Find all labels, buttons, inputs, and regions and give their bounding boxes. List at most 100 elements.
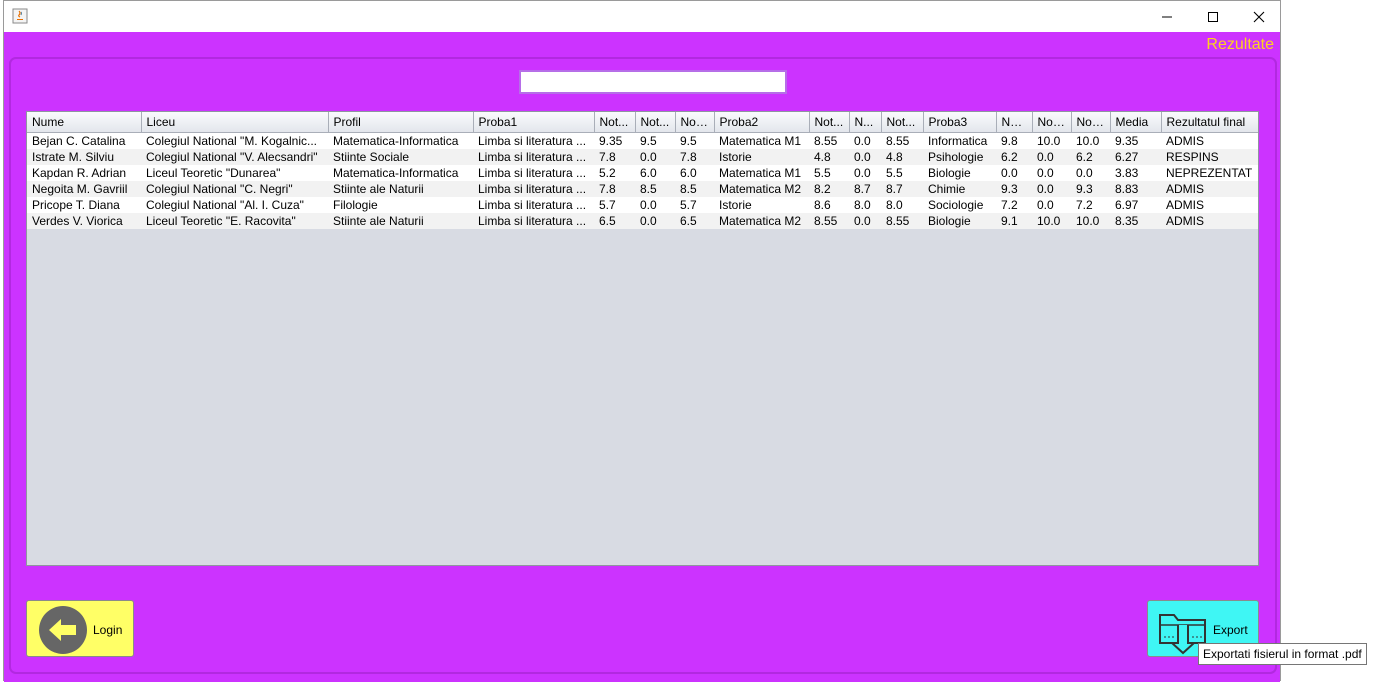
- table-cell: 0.0: [640, 198, 657, 212]
- results-panel: Rezultate Nume Liceu Profil Proba1 Not... Not…: [4, 32, 1280, 682]
- table-cell: Limba si literatura ...: [478, 166, 587, 180]
- table-row[interactable]: Kapdan R. Adrian Liceul Teoretic "Dunarea…: [27, 165, 1258, 181]
- search-input[interactable]: [519, 70, 787, 94]
- table-cell: 9.5: [680, 134, 697, 148]
- table-row[interactable]: Istrate M. Silviu Colegiul National "V. A…: [27, 149, 1258, 165]
- table-cell: 5.7: [680, 198, 697, 212]
- table-cell: 0.0: [1037, 198, 1054, 212]
- table-cell: 0.0: [854, 150, 871, 164]
- table-cell: 8.7: [854, 182, 871, 196]
- table-cell: 4.8: [886, 150, 903, 164]
- table-cell: Sociologie: [928, 198, 984, 212]
- column-header[interactable]: Not...: [675, 112, 715, 133]
- title-bar: [4, 1, 1280, 32]
- column-header[interactable]: Nume: [27, 112, 142, 133]
- table-cell: 0.0: [1076, 166, 1093, 180]
- column-header[interactable]: Not...: [1071, 112, 1111, 133]
- table-cell: 3.83: [1115, 166, 1139, 180]
- column-header[interactable]: Media: [1110, 112, 1162, 133]
- results-table[interactable]: Nume Liceu Profil Proba1 Not... Not... Not... P…: [26, 111, 1259, 566]
- table-cell: Chimie: [928, 182, 966, 196]
- column-header[interactable]: Profil: [328, 112, 474, 133]
- table-cell: Limba si literatura ...: [478, 214, 587, 228]
- table-cell: 8.7: [886, 182, 903, 196]
- table-cell: Biologie: [928, 166, 971, 180]
- table-cell: Colegiul National "V. Alecsandri": [146, 150, 318, 164]
- table-cell: Kapdan R. Adrian: [32, 166, 127, 180]
- table-cell: 8.83: [1115, 182, 1139, 196]
- close-icon: [1253, 11, 1265, 22]
- table-cell: Matematica M1: [719, 134, 802, 148]
- column-header[interactable]: Liceu: [141, 112, 329, 133]
- page-title: Rezultate: [1206, 36, 1274, 53]
- login-button[interactable]: Login: [26, 600, 134, 657]
- table-cell: Colegiul National "C. Negri": [146, 182, 293, 196]
- table-cell: 5.5: [886, 166, 903, 180]
- column-header[interactable]: Not...: [881, 112, 924, 133]
- table-cell: 8.5: [680, 182, 697, 196]
- table-cell: 5.5: [814, 166, 831, 180]
- column-header[interactable]: Proba1: [473, 112, 595, 133]
- table-cell: Biologie: [928, 214, 971, 228]
- table-cell: 0.0: [640, 214, 657, 228]
- app-window: Rezultate Nume Liceu Profil Proba1 Not... Not…: [3, 0, 1281, 682]
- table-cell: Matematica-Informatica: [333, 166, 459, 180]
- table-cell: 8.0: [854, 198, 871, 212]
- table-cell: Matematica M2: [719, 214, 802, 228]
- table-cell: ADMIS: [1166, 182, 1205, 196]
- column-header[interactable]: Proba2: [714, 112, 810, 133]
- table-cell: Matematica-Informatica: [333, 134, 459, 148]
- table-cell: Istorie: [719, 150, 752, 164]
- login-label: Login: [93, 623, 123, 637]
- table-cell: 8.6: [814, 198, 831, 212]
- column-header[interactable]: Proba3: [923, 112, 997, 133]
- table-cell: ADMIS: [1166, 198, 1205, 212]
- table-cell: 8.5: [640, 182, 657, 196]
- table-row[interactable]: Pricope T. Diana Colegiul National "Al. I…: [27, 197, 1258, 213]
- table-cell: Limba si literatura ...: [478, 182, 587, 196]
- table-cell: Stiinte Sociale: [333, 150, 410, 164]
- table-cell: 0.0: [854, 166, 871, 180]
- table-cell: ADMIS: [1166, 134, 1205, 148]
- table-cell: Liceul Teoretic "Dunarea": [146, 166, 281, 180]
- maximize-button[interactable]: [1190, 1, 1236, 32]
- table-cell: 7.2: [1076, 198, 1093, 212]
- table-cell: 9.3: [1076, 182, 1093, 196]
- table-cell: 10.0: [1037, 214, 1061, 228]
- maximize-icon: [1208, 11, 1218, 22]
- column-header[interactable]: Rezultatul final: [1161, 112, 1258, 133]
- column-header[interactable]: Not...: [594, 112, 636, 133]
- java-app-icon: [12, 8, 28, 24]
- table-cell: 10.0: [1076, 134, 1100, 148]
- table-cell: 0.0: [854, 134, 871, 148]
- table-row[interactable]: Bejan C. Catalina Colegiul National "M. K…: [27, 132, 1258, 149]
- table-cell: 0.0: [640, 150, 657, 164]
- minimize-button[interactable]: [1144, 1, 1190, 32]
- minimize-icon: [1162, 16, 1172, 17]
- table-cell: 5.7: [599, 198, 616, 212]
- column-header[interactable]: N...: [849, 112, 882, 133]
- table-cell: 6.27: [1115, 150, 1139, 164]
- column-header[interactable]: Not...: [1032, 112, 1072, 133]
- close-button[interactable]: [1236, 1, 1282, 32]
- table-cell: 10.0: [1076, 214, 1100, 228]
- table-cell: 8.0: [886, 198, 903, 212]
- table-cell: Verdes V. Viorica: [32, 214, 123, 228]
- table-cell: Stiinte ale Naturii: [333, 214, 424, 228]
- table-cell: Limba si literatura ...: [478, 198, 587, 212]
- column-header[interactable]: Not...: [635, 112, 676, 133]
- table-row[interactable]: Verdes V. Viorica Liceul Teoretic "E. Rac…: [27, 213, 1258, 229]
- table-cell: 9.8: [1001, 134, 1018, 148]
- table-cell: Informatica: [928, 134, 988, 148]
- table-cell: RESPINS: [1166, 150, 1219, 164]
- column-header[interactable]: No...: [996, 112, 1033, 133]
- table-cell: 0.0: [1037, 150, 1054, 164]
- column-header[interactable]: Not...: [809, 112, 850, 133]
- table-cell: 6.0: [640, 166, 657, 180]
- table-row[interactable]: Negoita M. Gavriil Colegiul National "C. …: [27, 181, 1258, 197]
- table-cell: 9.35: [599, 134, 623, 148]
- table-cell: 7.8: [680, 150, 697, 164]
- table-cell: Colegiul National "Al. I. Cuza": [146, 198, 304, 212]
- export-tooltip: Exportati fisierul in format .pdf: [1198, 643, 1367, 665]
- table-cell: ADMIS: [1166, 214, 1205, 228]
